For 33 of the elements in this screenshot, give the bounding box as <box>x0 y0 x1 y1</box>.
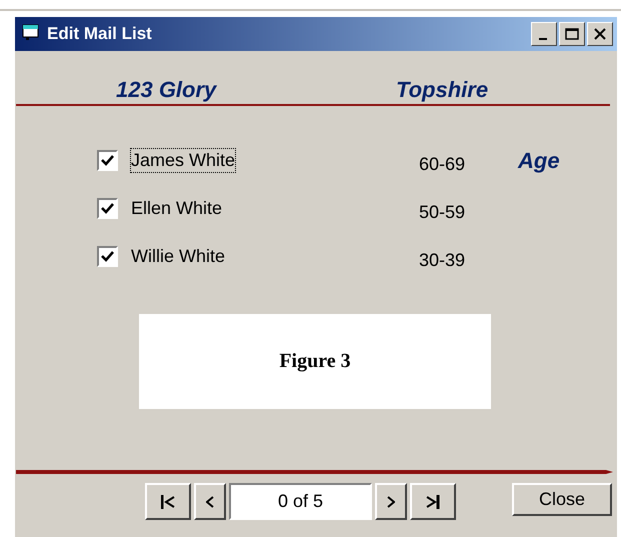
previous-icon <box>206 496 214 508</box>
next-record-button[interactable] <box>375 483 407 520</box>
close-window-button[interactable] <box>587 22 613 46</box>
first-record-button[interactable] <box>145 483 191 520</box>
checkmark-icon <box>101 250 114 262</box>
window-title: Edit Mail List <box>47 24 153 44</box>
minimize-button[interactable] <box>531 22 557 46</box>
close-window-icon <box>593 28 607 40</box>
next-icon <box>387 496 395 508</box>
record-position-field[interactable]: 0 of 5 <box>229 483 372 520</box>
age-range: 50-59 <box>419 202 466 222</box>
member-name[interactable]: Ellen White <box>130 196 419 220</box>
age-label: Age <box>518 148 560 174</box>
last-record-icon <box>426 494 440 510</box>
member-name[interactable]: James White <box>130 148 236 172</box>
maximize-icon <box>565 28 579 40</box>
close-button[interactable]: Close <box>512 483 612 516</box>
member-name[interactable]: Willie White <box>130 244 419 268</box>
city-text: Topshire <box>396 77 488 104</box>
first-record-icon <box>161 494 175 510</box>
checkbox[interactable] <box>97 150 118 170</box>
age-range: 60-69 <box>419 154 466 174</box>
checkbox[interactable] <box>97 198 118 218</box>
address-text: 123 Glory <box>116 77 218 104</box>
minimize-icon <box>538 38 546 40</box>
maximize-button[interactable] <box>559 22 585 46</box>
previous-record-button[interactable] <box>194 483 226 520</box>
last-record-button[interactable] <box>410 483 456 520</box>
checkmark-icon <box>101 202 114 214</box>
figure-caption: Figure 3 <box>279 350 351 373</box>
checkbox[interactable] <box>97 246 118 266</box>
age-range: 30-39 <box>419 250 466 270</box>
checkmark-icon <box>101 154 114 166</box>
